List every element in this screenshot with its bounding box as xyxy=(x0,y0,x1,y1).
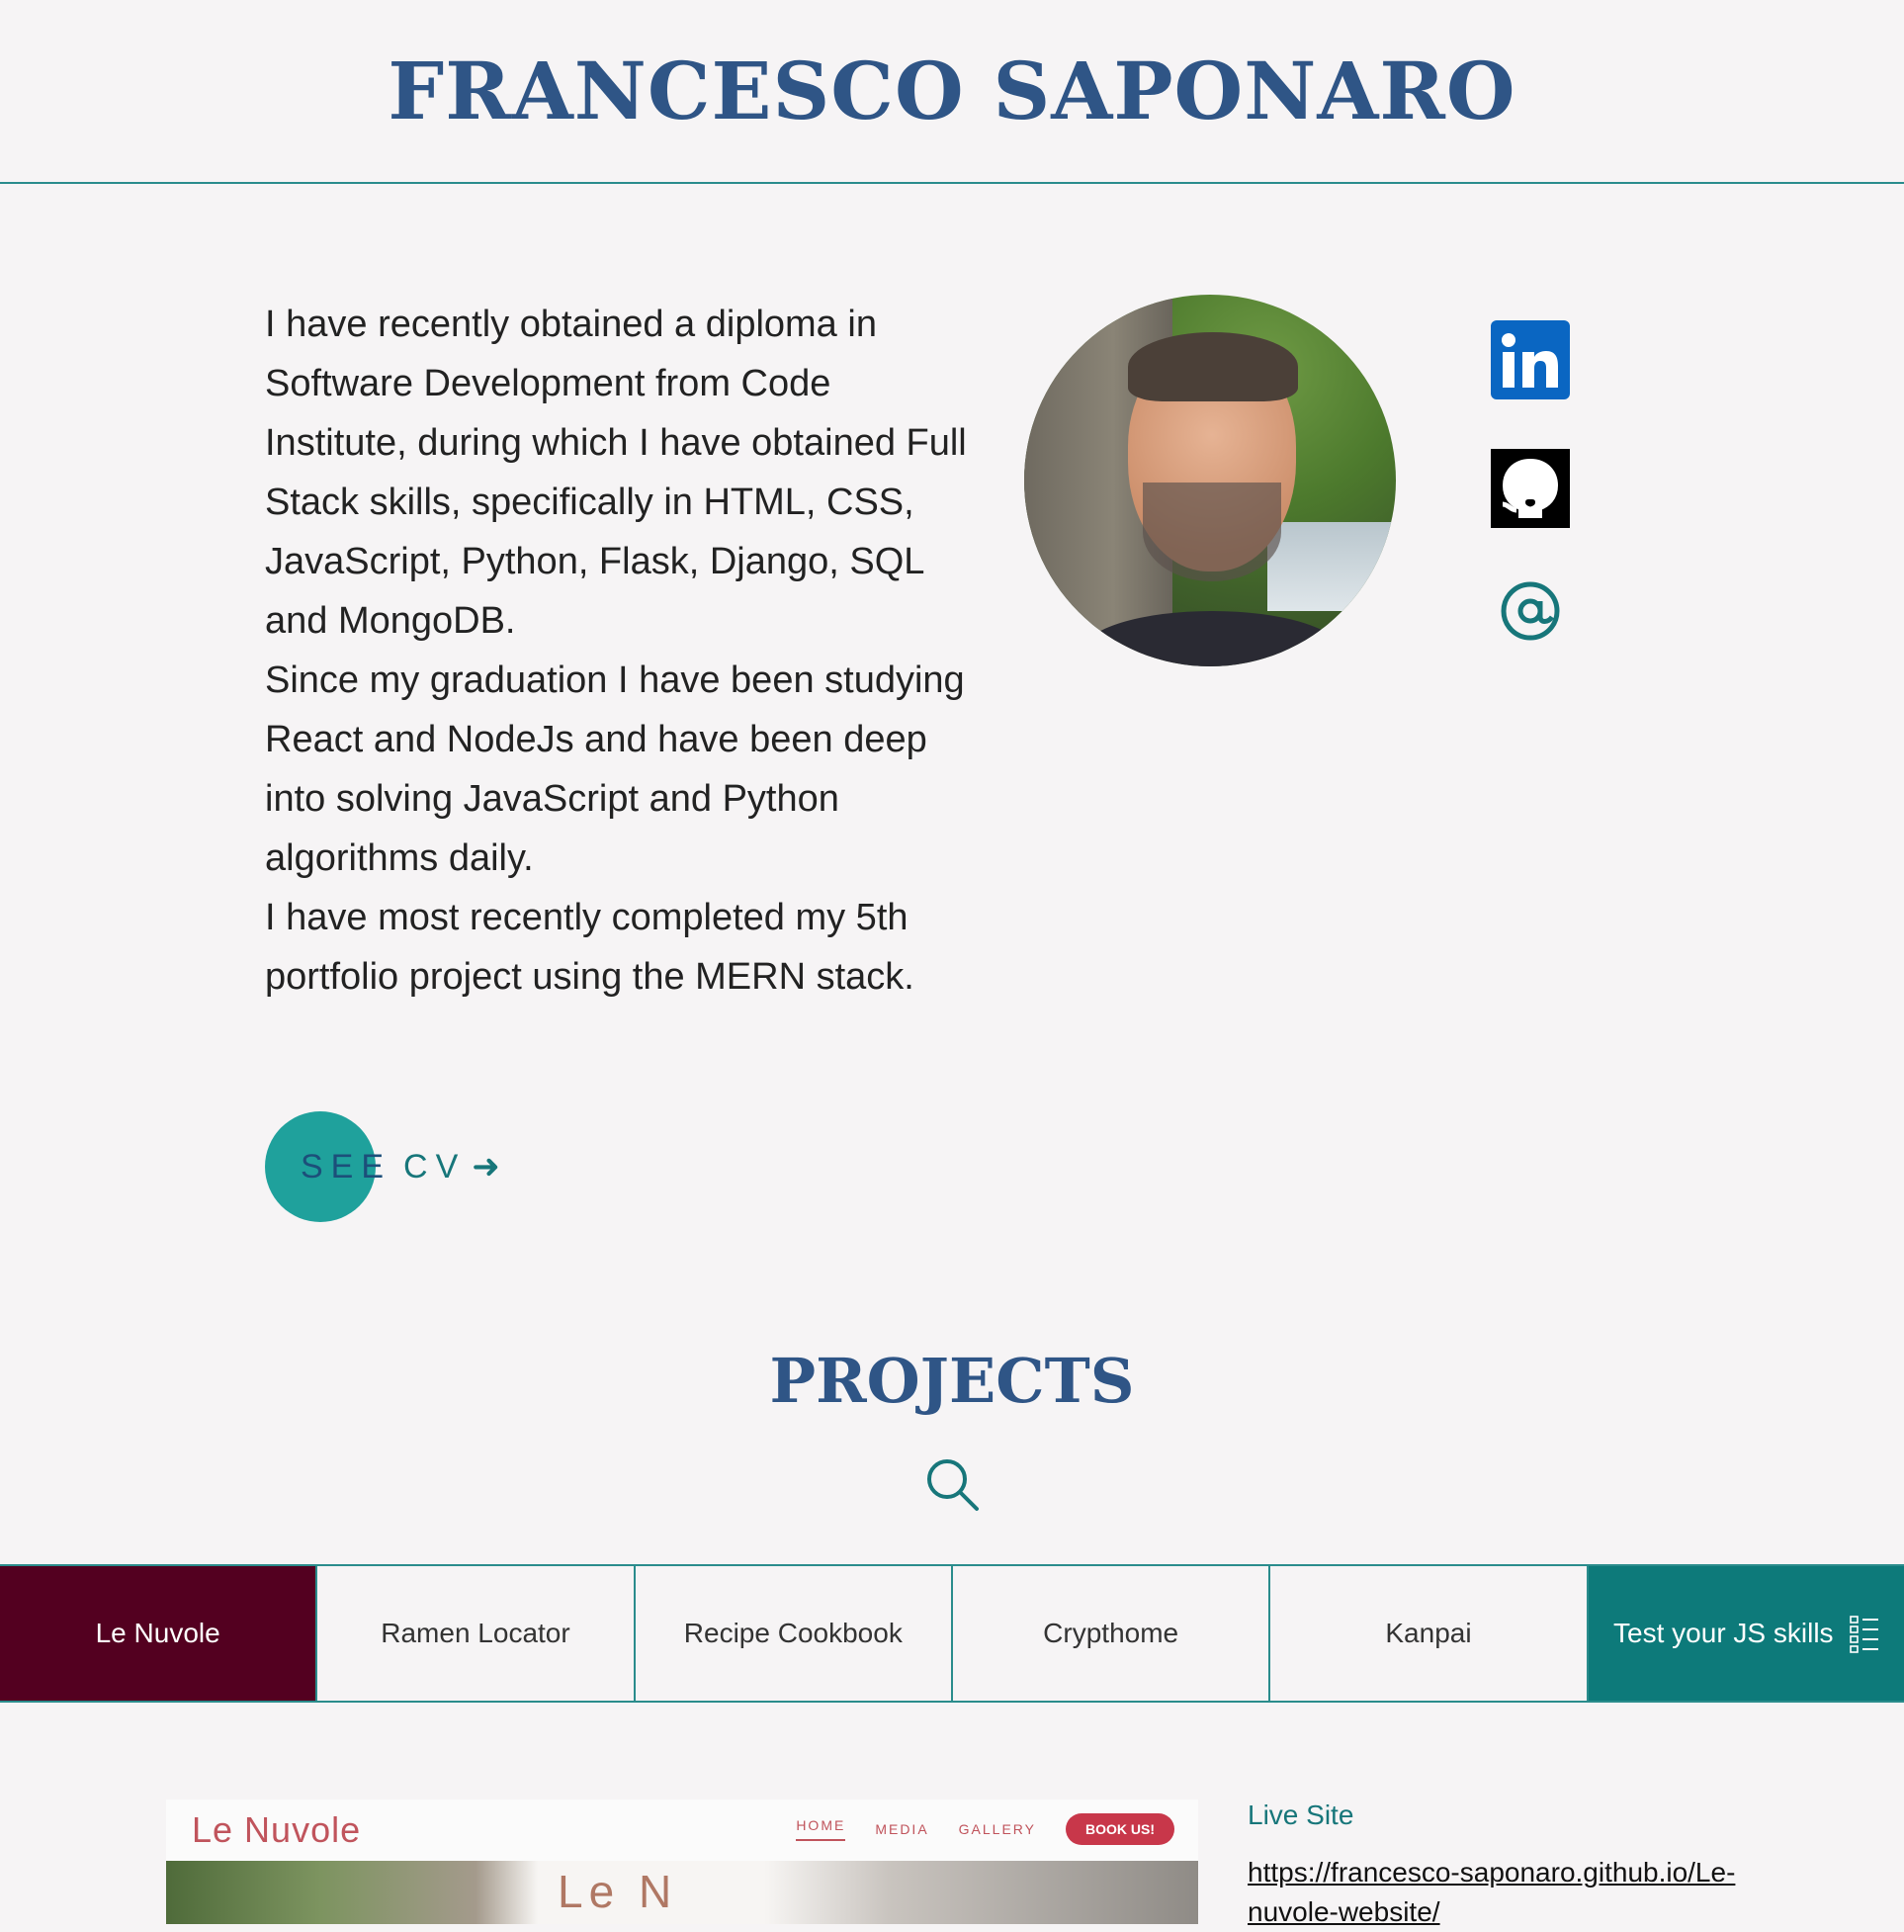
tab-label: Le Nuvole xyxy=(95,1618,220,1648)
tab-le-nuvole[interactable]: Le Nuvole xyxy=(0,1566,318,1701)
tab-ramen-locator[interactable]: Ramen Locator xyxy=(317,1566,636,1701)
tab-label: Test your JS skills xyxy=(1613,1618,1834,1648)
at-sign-icon xyxy=(1501,581,1560,641)
linkedin-icon xyxy=(1491,320,1570,399)
projects-title: PROJECTS xyxy=(769,1345,1135,1417)
cv-text: CV xyxy=(403,1148,467,1186)
tab-label: Ramen Locator xyxy=(381,1618,570,1648)
linkedin-link[interactable] xyxy=(1491,320,1570,399)
arrow-right-icon: ➜ xyxy=(472,1148,500,1186)
github-icon xyxy=(1491,449,1570,528)
tab-label: Crypthome xyxy=(1043,1618,1179,1648)
checklist-icon xyxy=(1849,1616,1878,1653)
preview-brand: Le Nuvole xyxy=(192,1809,362,1850)
email-link[interactable] xyxy=(1491,571,1570,651)
live-site-link[interactable]: https://francesco-saponaro.github.io/Le-… xyxy=(1248,1853,1762,1932)
tab-label: Recipe Cookbook xyxy=(683,1618,903,1648)
see-cv-button[interactable]: SEE CV ➜ xyxy=(265,1111,500,1222)
preview-nav: HOME MEDIA GALLERY BOOK US! xyxy=(766,1813,1174,1845)
about-section: I have recently obtained a diploma in So… xyxy=(265,295,967,1007)
cv-button-label: SEE CV ➜ xyxy=(301,1147,500,1186)
preview-hero-photo xyxy=(166,1861,1198,1924)
cv-see-text: SEE xyxy=(301,1148,392,1186)
preview-nav-gallery: GALLERY xyxy=(958,1821,1036,1837)
search-icon xyxy=(927,1459,979,1511)
preview-hero-text: Le N xyxy=(558,1866,678,1917)
profile-photo xyxy=(1024,295,1396,666)
tab-recipe-cookbook[interactable]: Recipe Cookbook xyxy=(636,1566,953,1701)
project-preview-image: Le Nuvole HOME MEDIA GALLERY BOOK US! Le… xyxy=(166,1800,1198,1924)
about-paragraph: Since my graduation I have been studying… xyxy=(265,659,965,879)
tab-kanpai[interactable]: Kanpai xyxy=(1270,1566,1589,1701)
tab-crypthome[interactable]: Crypthome xyxy=(953,1566,1271,1701)
preview-book-button: BOOK US! xyxy=(1066,1813,1174,1845)
project-tabs: Le Nuvole Ramen Locator Recipe Cookbook … xyxy=(0,1564,1904,1703)
about-paragraph: I have most recently completed my 5th po… xyxy=(265,897,914,998)
live-site-label: Live Site xyxy=(1248,1800,1354,1830)
tab-test-js-skills[interactable]: Test your JS skills xyxy=(1588,1566,1904,1701)
site-title: FRANCESCO SAPONARO xyxy=(388,44,1516,137)
preview-nav-media: MEDIA xyxy=(875,1821,929,1837)
tab-label: Kanpai xyxy=(1385,1618,1472,1648)
site-header: FRANCESCO SAPONARO xyxy=(0,0,1904,184)
project-search-button[interactable] xyxy=(923,1455,983,1515)
preview-nav-home: HOME xyxy=(796,1817,846,1841)
about-paragraph: I have recently obtained a diploma in So… xyxy=(265,304,967,642)
github-link[interactable] xyxy=(1491,449,1570,528)
